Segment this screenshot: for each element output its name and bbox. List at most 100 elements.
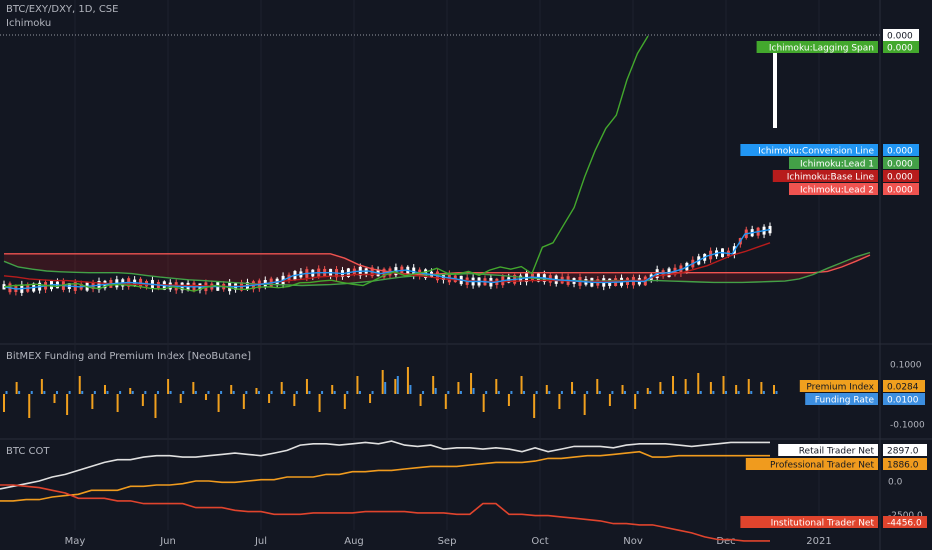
- funding-bar: [510, 391, 513, 394]
- premium-bar: [444, 394, 447, 409]
- funding-bar: [358, 391, 361, 394]
- series-name-tag: Premium Index: [799, 380, 878, 393]
- premium-bar: [583, 394, 586, 415]
- premium-bar: [53, 394, 56, 403]
- series-value-tag: 0.000: [883, 144, 919, 157]
- premium-bar: [697, 373, 700, 394]
- premium-bar: [760, 382, 763, 394]
- premium-bar: [3, 394, 5, 412]
- funding-bar: [560, 391, 563, 394]
- premium-bar: [268, 394, 271, 403]
- chart-canvas[interactable]: May Jun Jul Aug Sep Oct Nov Dec 2021 0.000 Ichimok…: [0, 0, 932, 550]
- funding-bar: [30, 391, 33, 394]
- series-name-tag: Ichimoku:Lead 1: [789, 157, 878, 170]
- funding-bar: [220, 391, 223, 394]
- funding-bar: [459, 391, 462, 394]
- funding-bar: [712, 391, 715, 394]
- premium-bar: [558, 394, 561, 409]
- funding-bar: [725, 391, 728, 394]
- x-tick-label: 2021: [806, 536, 831, 547]
- series-name-tag: Ichimoku:Conversion Line: [740, 144, 878, 157]
- premium-bar: [217, 394, 220, 412]
- series-name-tag: Institutional Trader Net: [740, 516, 878, 529]
- svg-text:0.000: 0.000: [887, 32, 913, 42]
- premium-bar: [646, 388, 649, 394]
- series-name-tag: Ichimoku:Base Line: [772, 170, 878, 183]
- series-value-tag: 1886.0: [883, 458, 927, 471]
- premium-bar: [179, 394, 182, 403]
- series-value-tag: 0.000: [883, 41, 919, 54]
- series-value-tag: 0.000: [883, 170, 919, 183]
- svg-text:Retail Trader Net: Retail Trader Net: [799, 447, 875, 457]
- premium-bar: [773, 385, 775, 394]
- funding-bar: [775, 391, 778, 394]
- premium-bar: [192, 382, 195, 394]
- funding-bar: [523, 391, 526, 394]
- svg-text:0.0284: 0.0284: [887, 383, 919, 393]
- chart-root: BTC/EXY/DXY, 1D, CSE Ichimoku BitMEX Fun…: [0, 0, 932, 550]
- funding-bar: [497, 391, 500, 394]
- premium-bar: [470, 373, 473, 394]
- premium-bar: [722, 376, 725, 394]
- premium-bar: [318, 394, 321, 412]
- funding-bar: [422, 391, 425, 394]
- premium-bar: [394, 379, 397, 394]
- svg-text:0.000: 0.000: [887, 44, 913, 54]
- premium-bar: [709, 382, 712, 394]
- premium-bar: [242, 394, 245, 409]
- funding-bar: [207, 391, 210, 394]
- x-tick-label: Nov: [623, 536, 643, 547]
- premium-bar: [167, 379, 170, 394]
- funding-bar: [687, 391, 690, 394]
- premium-bar: [747, 379, 750, 394]
- premium-bar: [78, 376, 81, 394]
- series-value-tag: -4456.0: [883, 516, 927, 529]
- funding-bar: [447, 391, 450, 394]
- funding-bar: [573, 391, 576, 394]
- funding-bar: [144, 391, 147, 394]
- svg-text:Ichimoku:Lagging Span: Ichimoku:Lagging Span: [769, 44, 874, 54]
- funding-bar: [68, 391, 71, 394]
- funding-bar: [93, 391, 96, 394]
- funding-bar: [611, 391, 614, 394]
- funding-bar: [674, 391, 677, 394]
- funding-bar: [535, 391, 538, 394]
- funding-bar: [194, 391, 197, 394]
- premium-bar: [735, 385, 738, 394]
- svg-text:Premium Index: Premium Index: [806, 383, 874, 393]
- series-value-tag: 2897.0: [883, 444, 927, 457]
- premium-bar: [103, 385, 106, 394]
- funding-bar: [586, 391, 589, 394]
- premium-bar: [369, 394, 372, 403]
- svg-text:2897.0: 2897.0: [887, 447, 919, 457]
- x-tick-label: Sep: [438, 536, 457, 547]
- svg-text:Ichimoku:Conversion Line: Ichimoku:Conversion Line: [758, 147, 874, 157]
- premium-bar: [684, 379, 687, 394]
- funding-bar: [472, 388, 475, 394]
- funding-bar: [762, 391, 765, 394]
- x-tick-label: Oct: [531, 536, 548, 547]
- funding-bar: [169, 391, 172, 394]
- svg-text:Professional Trader Net: Professional Trader Net: [770, 461, 874, 471]
- funding-bar: [232, 391, 235, 394]
- series-value-tag: 0.0284: [883, 380, 925, 393]
- premium-bar: [545, 385, 548, 394]
- professional-trader-line: [0, 450, 770, 502]
- premium-bar: [381, 370, 384, 394]
- funding-bar: [750, 391, 753, 394]
- funding-bar: [18, 391, 21, 394]
- last-price-tag: 0.000: [883, 29, 919, 42]
- funding-bar: [485, 391, 488, 394]
- funding-bar: [699, 391, 702, 394]
- funding-bar: [333, 391, 336, 394]
- premium-bar: [621, 385, 624, 394]
- svg-text:0.000: 0.000: [887, 147, 913, 157]
- funding-bar: [131, 391, 134, 394]
- premium-bar: [406, 367, 409, 394]
- funding-bar: [737, 391, 740, 394]
- premium-bar: [507, 394, 510, 406]
- premium-bar: [66, 394, 69, 415]
- funding-bar: [106, 391, 109, 394]
- funding-bar: [649, 391, 652, 394]
- funding-bar: [156, 391, 159, 394]
